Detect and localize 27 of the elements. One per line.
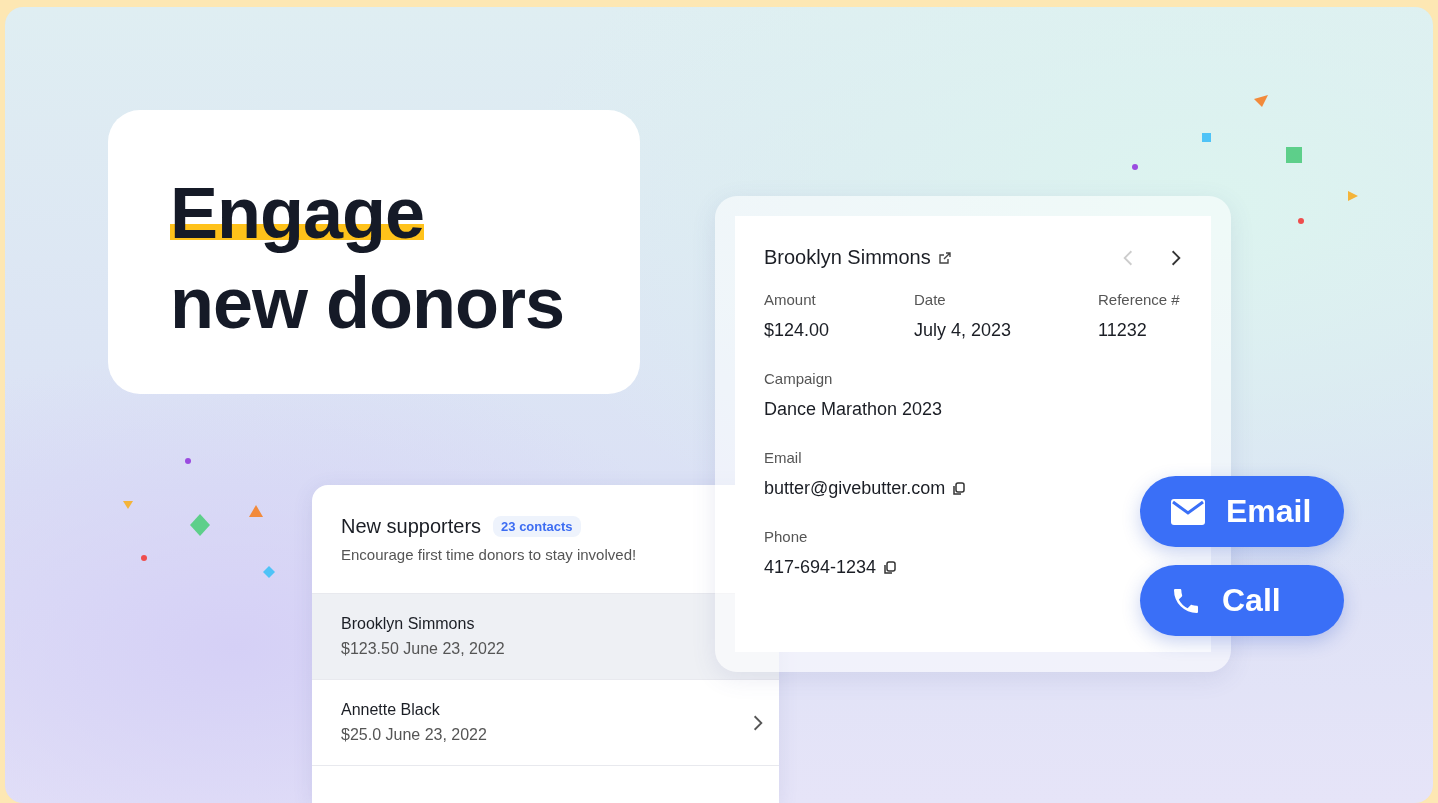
field-label: Reference #: [1098, 291, 1180, 308]
supporter-row[interactable]: Annette Black $25.0 June 23, 2022: [312, 680, 779, 766]
field-label: Phone: [764, 528, 809, 545]
card-subtitle: Encourage first time donors to stay involved!: [341, 546, 638, 563]
field-value: July 4, 2023: [914, 320, 1012, 341]
supporter-row[interactable]: Brooklyn Simmons $123.50 June 23, 2022: [312, 594, 779, 680]
call-button[interactable]: Call: [1140, 565, 1344, 636]
field-value: 417-694-1234: [764, 557, 877, 578]
field-label: Email: [764, 449, 803, 466]
field-value: Dance Marathon 2023: [764, 399, 943, 420]
field-label: Date: [914, 291, 947, 308]
email-button[interactable]: Email: [1140, 476, 1344, 547]
card-title: New supporters: [341, 515, 482, 538]
headline-line: new donors: [170, 262, 564, 345]
field-label: Campaign: [764, 370, 834, 387]
field-value: $124.00: [764, 320, 830, 341]
external-link-icon: [936, 249, 953, 266]
donation-summary: $25.0 June 23, 2022: [341, 726, 487, 744]
donation-summary: $123.50 June 23, 2022: [341, 640, 505, 658]
contacts-count-badge: 23 contacts: [493, 516, 581, 537]
field-value: butter@givebutter.com: [764, 478, 946, 499]
envelope-icon: [1170, 497, 1206, 526]
field-label: Amount: [764, 291, 817, 308]
field-value: 11232: [1098, 320, 1147, 341]
donor-name: Brooklyn Simmons: [764, 246, 931, 269]
supporter-name: Brooklyn Simmons: [341, 615, 476, 633]
supporter-name: Annette Black: [341, 701, 441, 719]
